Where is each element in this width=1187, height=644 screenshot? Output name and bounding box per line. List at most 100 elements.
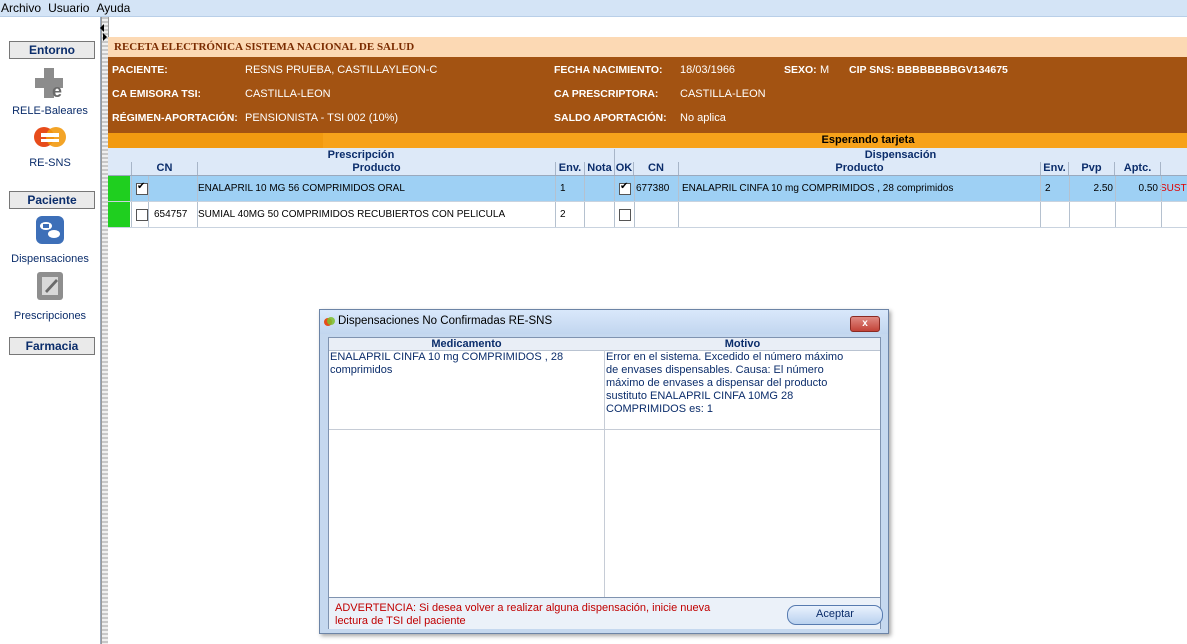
motivo-line: de envases dispensables. Causa: El númer… [606,364,824,376]
progress-indicator [108,133,323,148]
warning-line: lectura de TSI del paciente [335,615,466,627]
col-blank [108,162,132,175]
sidebar: Entorno e RELE-Baleares RE-SNS Paciente … [0,17,101,644]
motivo-line: COMPRIMIDOS es: 1 [606,403,713,415]
sidebar-item-dispensaciones[interactable]: Dispensaciones [0,214,100,265]
sidebar-item-prescripciones[interactable]: Prescripciones [0,269,100,322]
menu-ayuda[interactable]: Ayuda [95,0,133,15]
sidebar-item-rele-baleares[interactable]: e RELE-Baleares [0,64,100,117]
menu-bar: Archivo Usuario Ayuda [0,0,1187,17]
dialog-footer: ADVERTENCIA: Si desea volver a realizar … [329,597,883,629]
sidebar-item-label: RE-SNS [29,157,71,169]
col-ok[interactable]: OK [615,162,634,175]
collapse-left-icon[interactable] [100,24,104,32]
env-cell: 2 [560,209,566,220]
fecha-nacimiento-label: FECHA NACIMIENTO: [554,64,663,76]
sexo-value: M [820,64,830,76]
status-text: Esperando tarjeta [821,134,915,146]
dialog-content: Medicamento Motivo ENALAPRIL CINFA 10 mg… [328,337,883,629]
dispensacion-title: Dispensación [864,149,937,161]
sidebar-header-paciente[interactable]: Paciente [9,191,95,209]
sidebar-item-label: RELE-Baleares [12,105,88,117]
col-producto-disp[interactable]: Producto [679,162,1041,175]
sidebar-header-farmacia[interactable]: Farmacia [9,337,95,355]
producto-cell: ENALAPRIL 10 MG 56 COMPRIMIDOS ORAL [198,183,405,194]
sust-cell: SUST [1160,183,1187,194]
sidebar-item-re-sns[interactable]: RE-SNS [0,120,100,169]
col-nota[interactable]: Nota [585,162,615,175]
ok-checkbox[interactable] [619,181,631,195]
sidebar-item-label: Prescripciones [13,310,87,322]
ca-prescriptora-value: CASTILLA-LEON [680,88,766,100]
regimen-aportacion-value: PENSIONISTA - TSI 002 (10%) [245,112,399,124]
motivo-line: sustituto ENALAPRIL CINFA 10MG 28 [606,390,794,402]
cip-sns-label: CIP SNS: [849,64,895,76]
ca-prescriptora-label: CA PRESCRIPTORA: [554,88,659,100]
accept-button[interactable]: Aceptar [787,605,883,625]
producto-disp-cell [682,202,1040,227]
sidebar-header-entorno[interactable]: Entorno [9,41,95,59]
status-bar: Esperando tarjeta [108,133,1187,148]
menu-usuario[interactable]: Usuario [46,0,91,15]
col-env-disp[interactable]: Env. [1041,162,1069,175]
cn-disp-cell [636,202,680,227]
producto-disp-cell: ENALAPRIL CINFA 10 mg COMPRIMIDOS , 28 c… [682,183,954,194]
col-medicamento: Medicamento [431,338,502,350]
menu-archivo[interactable]: Archivo [0,0,43,15]
motivo-line: máximo de envases a dispensar del produc… [606,377,828,389]
col-producto[interactable]: Producto [198,162,556,175]
ca-emisora-value: CASTILLA-LEON [245,88,331,100]
dispensaciones-dialog: Dispensaciones No Confirmadas RE-SNS x M… [319,309,889,634]
table-row[interactable]: 654757 SUMIAL 40MG 50 COMPRIMIDOS RECUBI… [108,202,1187,228]
prescripciones-icon [37,272,63,300]
nota-cell [586,202,614,227]
dialog-titlebar[interactable]: Dispensaciones No Confirmadas RE-SNS x [320,310,888,334]
app-logo-icon [324,317,335,326]
svg-text:e: e [52,81,62,101]
col-cn[interactable]: CN [132,162,198,175]
env-disp-cell: 2 [1045,183,1051,194]
saldo-aportacion-label: SALDO APORTACIÓN: [554,112,667,124]
paciente-value: RESNS PRUEBA, CASTILLAYLEON-C [245,64,438,76]
dialog-title: Dispensaciones No Confirmadas RE-SNS [338,315,553,327]
prescripcion-title: Prescripción [108,149,615,162]
col-cn-disp[interactable]: CN [634,162,679,175]
patient-info-panel: PACIENTE: RESNS PRUEBA, CASTILLAYLEON-C … [108,57,1187,133]
saldo-aportacion-value: No aplica [680,112,726,124]
pvp-cell: 2.50 [1093,183,1113,194]
medical-cross-e-icon: e [35,68,63,101]
prescripcion-header: Prescripción CN Producto Env. Nota [108,148,615,176]
medicamento-line: ENALAPRIL CINFA 10 mg COMPRIMIDOS , 28 [330,351,564,363]
col-extra [1161,162,1186,175]
paciente-label: PACIENTE: [112,64,168,76]
col-aptc[interactable]: Aptc. [1115,162,1161,175]
col-env[interactable]: Env. [556,162,585,175]
motivo-line: Error en el sistema. Excedido el número … [606,351,844,363]
warning-message: ADVERTENCIA: Si desea volver a realizar … [335,602,765,628]
ca-emisora-label: CA EMISORA TSI: [112,88,202,100]
row-status-marker [108,202,130,227]
close-button[interactable]: x [850,316,880,332]
medicamento-line: comprimidos [330,364,393,376]
producto-cell: SUMIAL 40MG 50 COMPRIMIDOS RECUBIERTOS C… [198,209,506,220]
col-motivo: Motivo [724,338,761,350]
row-select-checkbox[interactable] [136,209,148,221]
cn-cell [154,176,194,201]
sexo-label: SEXO: [784,64,817,76]
re-sns-logo-icon [34,127,66,147]
ok-checkbox[interactable] [619,209,631,221]
table-row[interactable]: ENALAPRIL 10 MG 56 COMPRIMIDOS ORAL 1 67… [108,176,1187,202]
sidebar-item-label: Dispensaciones [11,253,89,265]
dispensaciones-icon [36,216,64,244]
cn-disp-cell: 677380 [636,183,670,194]
dialog-list[interactable]: ENALAPRIL CINFA 10 mg COMPRIMIDOS , 28 c… [329,350,880,597]
regimen-aportacion-label: RÉGIMEN-APORTACIÓN: [112,112,238,124]
row-select-checkbox[interactable] [136,181,148,195]
cip-sns-value: BBBBBBBBGV134675 [897,64,1008,76]
page-title: RECETA ELECTRÓNICA SISTEMA NACIONAL DE S… [108,37,1187,57]
nota-cell [586,176,614,201]
env-cell: 1 [560,183,566,194]
expand-right-icon[interactable] [103,33,107,41]
row-status-marker [108,176,130,201]
col-pvp[interactable]: Pvp [1069,162,1115,175]
